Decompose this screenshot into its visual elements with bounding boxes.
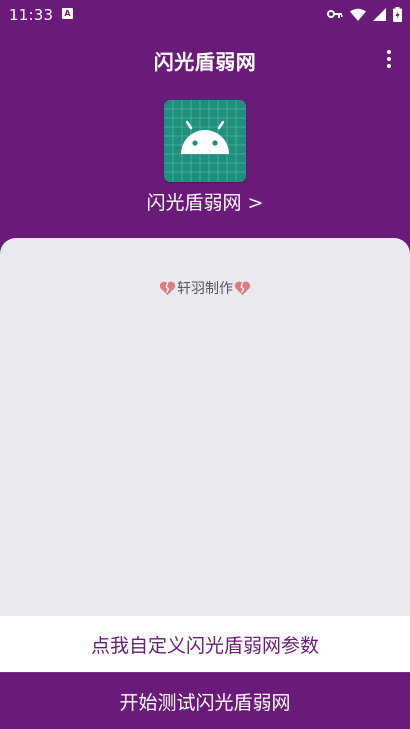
key-icon [327, 10, 343, 18]
customize-params-button[interactable]: 点我自定义闪光盾弱网参数 [0, 616, 410, 672]
broken-heart-icon [234, 281, 251, 295]
font-a-icon: A [62, 8, 73, 19]
start-test-button[interactable]: 开始测试闪光盾弱网 [0, 672, 410, 729]
broken-heart-icon [159, 281, 176, 295]
app-bar: 闪光盾弱网 [0, 28, 410, 92]
status-bar: 11:33 A [0, 0, 410, 28]
content-card: 轩羽制作 [0, 238, 410, 616]
signal-icon [373, 7, 386, 21]
app-bar-title: 闪光盾弱网 [153, 50, 257, 74]
credit-text: 轩羽制作 [177, 281, 233, 297]
more-vert-icon[interactable] [384, 50, 394, 70]
wifi-icon [350, 8, 366, 21]
android-icon [164, 100, 246, 182]
status-icons [327, 6, 402, 22]
credit-line: 轩羽制作 [0, 278, 410, 298]
status-time: 11:33 [9, 6, 54, 24]
app-name-link[interactable]: 闪光盾弱网 > [0, 188, 410, 215]
battery-icon [393, 6, 402, 22]
